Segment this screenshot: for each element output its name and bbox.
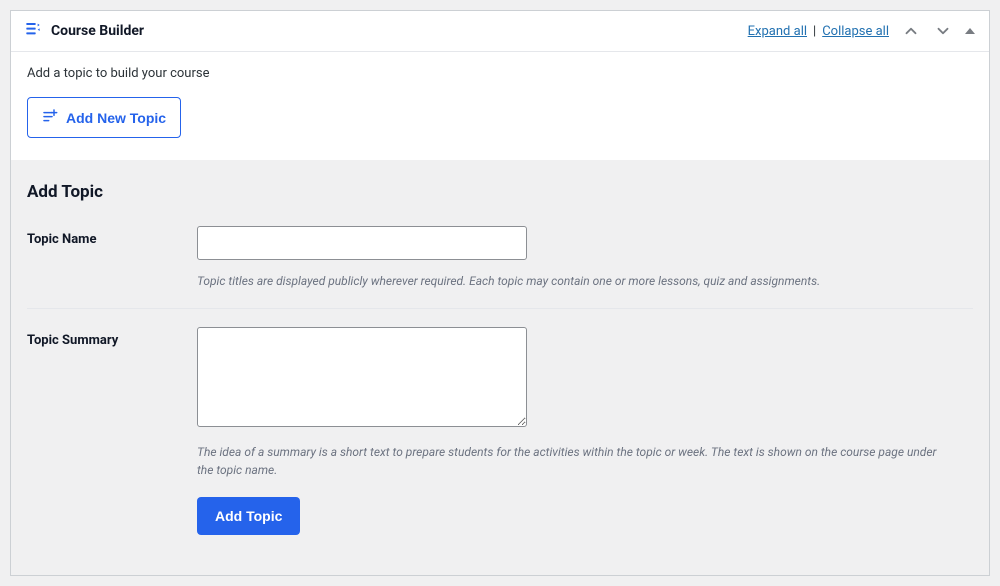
topic-name-help: Topic titles are displayed publicly wher… — [197, 272, 937, 290]
panel-title-group: Course Builder — [25, 21, 144, 41]
course-builder-icon — [25, 21, 41, 41]
topic-summary-label: Topic Summary — [27, 327, 197, 348]
move-down-button[interactable] — [933, 21, 953, 41]
topic-name-input[interactable] — [197, 226, 527, 260]
topic-name-input-col: Topic titles are displayed publicly wher… — [197, 226, 973, 290]
collapse-all-link[interactable]: Collapse all — [822, 24, 889, 39]
add-new-topic-button[interactable]: Add New Topic — [27, 97, 181, 138]
topic-name-label: Topic Name — [27, 226, 197, 247]
panel-controls: Expand all | Collapse all — [748, 21, 975, 41]
add-list-icon — [42, 108, 58, 127]
separator: | — [811, 24, 818, 39]
add-new-topic-label: Add New Topic — [66, 110, 166, 126]
course-builder-panel: Course Builder Expand all | Collapse all… — [10, 10, 990, 576]
move-up-button[interactable] — [901, 21, 921, 41]
expand-collapse-links: Expand all | Collapse all — [748, 24, 889, 39]
submit-label: Add Topic — [215, 508, 282, 524]
topic-summary-help: The idea of a summary is a short text to… — [197, 443, 937, 479]
topic-name-row: Topic Name Topic titles are displayed pu… — [27, 226, 973, 309]
panel-body: Add a topic to build your course Add New… — [11, 52, 989, 160]
panel-header: Course Builder Expand all | Collapse all — [11, 11, 989, 52]
topic-summary-row: Topic Summary The idea of a summary is a… — [27, 327, 973, 553]
expand-all-link[interactable]: Expand all — [748, 24, 807, 39]
add-topic-submit-button[interactable]: Add Topic — [197, 497, 300, 535]
topic-summary-input-col: The idea of a summary is a short text to… — [197, 327, 973, 535]
instruction-text: Add a topic to build your course — [27, 66, 973, 81]
panel-title: Course Builder — [51, 23, 144, 39]
topic-summary-input[interactable] — [197, 327, 527, 427]
add-topic-form: Add Topic Topic Name Topic titles are di… — [11, 160, 989, 575]
toggle-panel-button[interactable] — [965, 28, 975, 34]
form-title: Add Topic — [27, 182, 973, 202]
